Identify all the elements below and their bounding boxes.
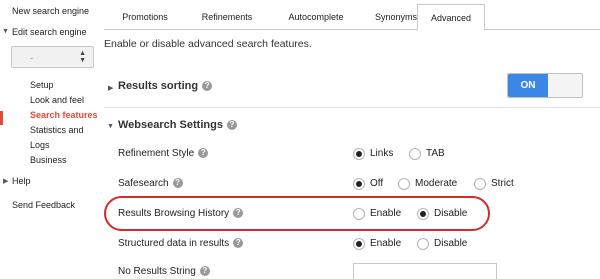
structured-data-row: Structured data in results? <box>118 238 244 249</box>
browsing-history-enable-radio[interactable] <box>353 208 365 220</box>
active-indicator <box>0 111 3 125</box>
search-engine-select-value: - <box>30 53 33 63</box>
refinement-style-label: Refinement Style <box>118 148 195 159</box>
tab-autocomplete[interactable]: Autocomplete <box>270 4 362 30</box>
expand-down-icon[interactable]: ▼ <box>2 28 9 35</box>
sidebar-item-business[interactable]: Business <box>30 155 67 165</box>
no-results-input[interactable] <box>353 263 497 279</box>
safesearch-strict-radio[interactable] <box>474 178 486 190</box>
safesearch-row: Safesearch? <box>118 178 183 189</box>
browsing-history-disable-label[interactable]: Disable <box>434 208 467 219</box>
edit-search-engine-link[interactable]: Edit search engine <box>12 27 87 37</box>
no-results-row: No Results String? <box>118 266 210 277</box>
search-engine-select[interactable]: - ▲ ▼ <box>11 46 94 68</box>
refinement-links-radio[interactable] <box>353 148 365 160</box>
toggle-on-label: ON <box>508 74 548 97</box>
safesearch-strict-label[interactable]: Strict <box>491 178 514 189</box>
websearch-settings-title[interactable]: Websearch Settings? <box>118 119 237 131</box>
refinement-tab-radio[interactable] <box>409 148 421 160</box>
refinement-links-label[interactable]: Links <box>370 148 393 159</box>
collapsed-arrow-icon[interactable]: ▶ <box>108 84 113 92</box>
structured-data-disable-label[interactable]: Disable <box>434 238 467 249</box>
browsing-history-disable-radio[interactable] <box>417 208 429 220</box>
refinement-tab-label[interactable]: TAB <box>426 148 445 159</box>
browsing-history-enable-label[interactable]: Enable <box>370 208 401 219</box>
help-icon[interactable]: ? <box>226 120 237 130</box>
safesearch-moderate-radio[interactable] <box>398 178 410 190</box>
refinement-style-row: Refinement Style? <box>118 148 209 159</box>
help-icon[interactable]: ? <box>233 208 244 218</box>
safesearch-off-radio[interactable] <box>353 178 365 190</box>
tab-refinements[interactable]: Refinements <box>184 4 270 30</box>
tab-promotions[interactable]: Promotions <box>106 4 184 30</box>
structured-data-label: Structured data in results <box>118 238 230 249</box>
help-icon[interactable]: ? <box>233 238 244 248</box>
no-results-label: No Results String <box>118 266 196 277</box>
structured-data-disable-radio[interactable] <box>417 238 429 250</box>
sidebar-item-search-features[interactable]: Search features <box>30 110 98 120</box>
page-description: Enable or disable advanced search featur… <box>104 38 312 50</box>
structured-data-enable-radio[interactable] <box>353 238 365 250</box>
help-link[interactable]: Help <box>12 176 31 186</box>
websearch-settings-label: Websearch Settings <box>118 119 223 131</box>
sidebar-item-logs[interactable]: Logs <box>30 140 50 150</box>
browsing-history-label: Results Browsing History <box>118 208 230 219</box>
sidebar-item-look-and-feel[interactable]: Look and feel <box>30 95 84 105</box>
results-sorting-label: Results sorting <box>118 80 199 92</box>
new-search-engine-link[interactable]: New search engine <box>12 6 89 16</box>
results-sorting-toggle[interactable]: ON <box>507 73 583 98</box>
browsing-history-row: Results Browsing History? <box>118 208 244 219</box>
select-arrows-icon: ▲ ▼ <box>79 50 86 64</box>
sidebar-item-setup[interactable]: Setup <box>30 80 54 90</box>
sidebar: New search engine ▼ Edit search engine -… <box>0 0 100 279</box>
sidebar-item-statistics[interactable]: Statistics and <box>30 125 84 135</box>
help-icon[interactable]: ? <box>199 266 210 276</box>
divider <box>104 107 600 108</box>
results-sorting-title[interactable]: Results sorting? <box>118 80 213 92</box>
expand-right-icon[interactable]: ▶ <box>3 177 8 185</box>
expanded-arrow-icon[interactable]: ▼ <box>107 123 114 130</box>
help-icon[interactable]: ? <box>198 148 209 158</box>
safesearch-label: Safesearch <box>118 178 169 189</box>
structured-data-enable-label[interactable]: Enable <box>370 238 401 249</box>
help-icon[interactable]: ? <box>202 81 213 91</box>
send-feedback-link[interactable]: Send Feedback <box>12 200 75 210</box>
safesearch-off-label[interactable]: Off <box>370 178 383 189</box>
help-icon[interactable]: ? <box>172 178 183 188</box>
tab-bar: Promotions Refinements Autocomplete Syno… <box>104 4 600 31</box>
tab-advanced[interactable]: Advanced <box>417 4 485 31</box>
safesearch-moderate-label[interactable]: Moderate <box>415 178 457 189</box>
